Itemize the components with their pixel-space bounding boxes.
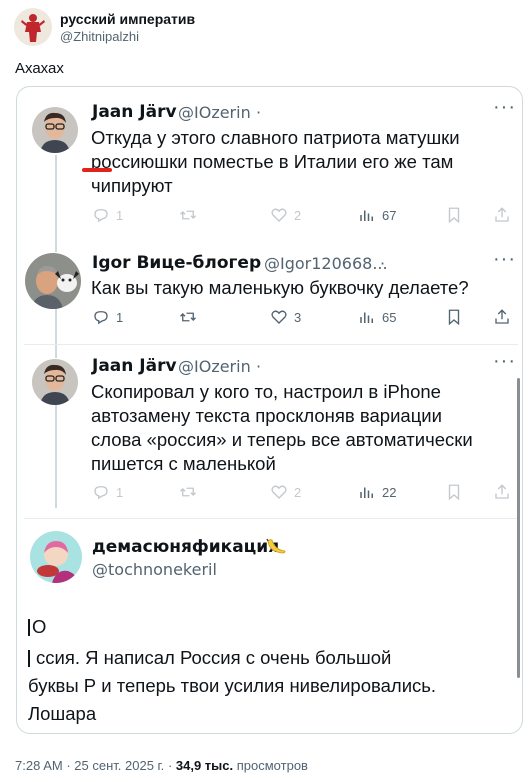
tweet-2-separator: · — [380, 254, 386, 273]
author-avatar[interactable] — [14, 8, 52, 46]
tweet-2-views-button[interactable]: 65 — [358, 308, 396, 326]
author-name[interactable]: русский императив — [60, 11, 195, 27]
tweet-2-share-button[interactable] — [493, 308, 511, 326]
tweet-1-share-button[interactable] — [493, 206, 511, 224]
retweet-icon — [180, 210, 196, 220]
reply-author-name[interactable]: демасюняфикация — [92, 537, 279, 557]
share-icon — [495, 207, 509, 222]
tweet-2-author-name[interactable]: Igor Вице-блогер — [92, 253, 261, 273]
banana-icon — [265, 537, 287, 562]
tweet-3-like-count: 2 — [294, 484, 302, 500]
tweet-1-avatar[interactable] — [32, 107, 78, 153]
reply-line-2: ссия. Я написал Россия с очень большой — [36, 647, 392, 668]
bookmark-icon — [448, 309, 460, 326]
post-text: Ахахах — [15, 60, 64, 77]
tweet-1-line-2: россиюшки поместье в Италии его же там — [91, 151, 454, 172]
meta-separator: · — [167, 758, 176, 773]
tweet-3-line-3: слова «россия» и теперь все автоматическ… — [91, 429, 473, 450]
views-icon — [360, 487, 373, 498]
tweet-2-reply-button[interactable]: 1 — [92, 308, 123, 326]
reply-line-3: буквы Р и теперь твои усилия нивелировал… — [28, 675, 437, 696]
tweet-3-line-4: пишется с маленькой — [91, 453, 276, 474]
views-label: просмотров — [236, 758, 308, 773]
tweet-2-more-icon[interactable]: ··· — [493, 248, 516, 271]
tweet-1-bookmark-button[interactable] — [446, 206, 462, 224]
thread-line — [55, 306, 57, 358]
tweet-3-views-button[interactable]: 22 — [358, 483, 396, 501]
author-handle[interactable]: @Zhitnipalzhi — [60, 29, 139, 44]
heart-icon — [271, 310, 287, 324]
tweet-1-more-icon[interactable]: ··· — [493, 96, 516, 119]
tweet-3-bookmark-button[interactable] — [446, 483, 462, 501]
tweet-3-line-1: Скопировал у кого то, настроил в iPhone — [91, 381, 441, 402]
tweet-1-line-3: чипируют — [91, 175, 173, 196]
text-cursor-mark — [28, 650, 30, 667]
tweet-2-retweet-button[interactable] — [178, 308, 204, 326]
tweet-2-reply-count: 1 — [116, 309, 124, 325]
tweet-1-separator: · — [256, 103, 262, 122]
tweet-3-line-2: автозамену текста просклоняв вариации — [91, 405, 442, 426]
tweet-3-like-button[interactable]: 2 — [270, 483, 301, 501]
reply-line-1: О — [32, 616, 47, 637]
retweet-icon — [180, 312, 196, 322]
tweet-1-like-button[interactable]: 2 — [270, 206, 301, 224]
bookmark-icon — [448, 207, 460, 224]
divider — [24, 344, 518, 345]
tweet-1-author-handle[interactable]: @IOzerin — [178, 103, 251, 122]
tweet-2-avatar[interactable] — [25, 253, 81, 309]
tweet-2-like-count: 3 — [294, 309, 302, 325]
tweet-3-author-handle[interactable]: @IOzerin — [178, 357, 251, 376]
text-cursor-mark — [28, 619, 30, 636]
tweet-2-bookmark-button[interactable] — [446, 308, 462, 326]
reply-icon — [94, 311, 108, 325]
tweet-1-reply-button[interactable]: 1 — [92, 206, 123, 224]
tweet-1-view-count: 67 — [382, 207, 397, 223]
divider — [24, 518, 518, 519]
tweet-2-like-button[interactable]: 3 — [270, 308, 301, 326]
views-icon — [360, 312, 373, 323]
views-count: 34,9 тыс. — [175, 758, 234, 773]
tweet-1-views-button[interactable]: 67 — [358, 206, 396, 224]
scrollbar[interactable] — [517, 378, 520, 678]
thread-line — [55, 402, 57, 508]
tweet-2-line-1: Как вы такую маленькую буквочку делаете? — [91, 277, 469, 298]
reply-icon — [94, 209, 108, 223]
tweet-3-reply-count: 1 — [116, 484, 124, 500]
share-icon — [495, 484, 509, 499]
tweet-1-retweet-button[interactable] — [178, 206, 204, 224]
share-icon — [495, 309, 509, 324]
reply-icon — [94, 486, 108, 500]
tweet-2-view-count: 65 — [382, 309, 397, 325]
tweet-2-author-handle[interactable]: @Igor120668... — [264, 254, 388, 273]
thread-line — [55, 155, 57, 252]
tweet-1-like-count: 2 — [294, 207, 302, 223]
tweet-3-more-icon[interactable]: ··· — [493, 350, 516, 373]
tweet-3-share-button[interactable] — [493, 483, 511, 501]
tweet-3-avatar[interactable] — [32, 359, 78, 405]
views-icon — [360, 210, 373, 221]
post-meta: 7:28 AM · 25 сент. 2025 г. · 34,9 тыс. п… — [15, 758, 308, 773]
tweet-3-separator: · — [256, 357, 262, 376]
tweet-3-author-name[interactable]: Jaan Järv — [92, 356, 177, 376]
red-underline-mark — [82, 168, 112, 172]
heart-icon — [271, 208, 287, 222]
post-time[interactable]: 7:28 AM — [15, 758, 63, 773]
tweet-3-retweet-button[interactable] — [178, 483, 204, 501]
reply-author-handle[interactable]: @tochnonekeril — [92, 560, 217, 579]
tweet-1-author-name[interactable]: Jaan Järv — [92, 102, 177, 122]
heart-icon — [271, 485, 287, 499]
tweet-1-reply-count: 1 — [116, 207, 124, 223]
reply-line-4: Лошара — [28, 703, 97, 724]
retweet-icon — [180, 487, 196, 497]
bookmark-icon — [448, 484, 460, 501]
reply-avatar[interactable] — [30, 531, 82, 583]
tweet-3-view-count: 22 — [382, 484, 397, 500]
tweet-3-reply-button[interactable]: 1 — [92, 483, 123, 501]
post-date[interactable]: 25 сент. 2025 г. — [74, 758, 164, 773]
tweet-1-line-1: Откуда у этого славного патриота матушки — [91, 127, 460, 148]
